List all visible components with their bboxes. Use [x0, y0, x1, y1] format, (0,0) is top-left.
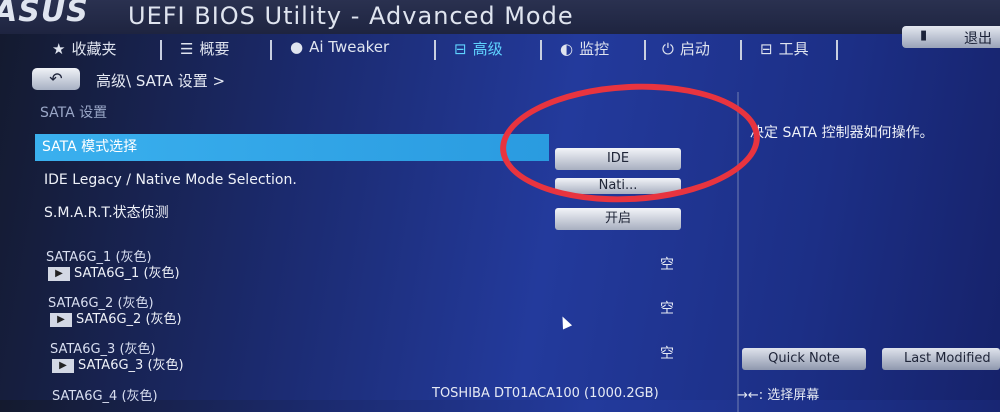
menu-divider	[160, 40, 162, 60]
tab-tool[interactable]: ⊟ 工具	[760, 38, 809, 59]
tab-favorites[interactable]: ★ 收藏夹	[52, 38, 116, 59]
section-title: SATA 设置	[40, 105, 108, 121]
breadcrumb: 高级\ SATA 设置 >	[96, 72, 226, 90]
arrow-right-icon: ▶	[50, 312, 72, 327]
arrow-right-icon: ▶	[52, 358, 74, 373]
asus-logo: ASUS	[0, 0, 89, 29]
tab-boot[interactable]: ⏻ 启动	[662, 38, 710, 59]
menu-divider	[540, 40, 542, 60]
tool-icon: ⊟	[760, 40, 773, 58]
port-value: 空	[660, 257, 674, 273]
tab-advanced[interactable]: ⊟ 高级	[454, 38, 503, 59]
menu-divider	[434, 40, 436, 60]
port-value: 空	[660, 301, 674, 317]
fan-icon: ◐	[560, 40, 574, 58]
setting-label-smart[interactable]: S.M.A.R.T.状态侦测	[44, 202, 169, 222]
tab-monitor[interactable]: ◐ 监控	[560, 38, 609, 59]
help-text: 决定 SATA 控制器如何操作。	[750, 125, 934, 141]
quick-note-button[interactable]: Quick Note	[742, 348, 866, 370]
port-submenu[interactable]: ▶ SATA6G_3 (灰色)	[52, 354, 184, 373]
tweaker-icon: ●	[290, 38, 304, 56]
star-icon: ★	[52, 40, 66, 58]
back-icon: ↶	[49, 69, 63, 88]
arrow-right-icon: ▶	[48, 266, 70, 281]
advanced-icon: ⊟	[454, 40, 467, 58]
title-bar: ASUS UEFI BIOS Utility - Advanced Mode	[0, 0, 1000, 34]
tab-overview[interactable]: ☰ 概要	[180, 38, 229, 59]
app-title: UEFI BIOS Utility - Advanced Mode	[128, 2, 574, 30]
back-button[interactable]: ↶	[32, 68, 80, 90]
menu-divider	[270, 40, 272, 60]
menu-divider	[644, 40, 646, 60]
menu-divider	[836, 40, 838, 60]
list-icon: ☰	[180, 40, 194, 58]
drive-info: TOSHIBA DT01ACA100 (1000.2GB)	[432, 386, 659, 401]
red-annotation-circle	[497, 77, 763, 209]
mouse-cursor-icon	[557, 314, 573, 330]
tab-ai-tweaker[interactable]: ● Ai Tweaker	[290, 38, 389, 56]
power-icon: ⏻	[662, 40, 674, 58]
setting-label-ide-legacy[interactable]: IDE Legacy / Native Mode Selection.	[44, 172, 297, 188]
key-hint: →←: 选择屏幕	[737, 388, 820, 403]
last-modified-button[interactable]: Last Modified	[882, 348, 1000, 370]
menu-divider	[740, 40, 742, 60]
port-submenu[interactable]: ▶ SATA6G_1 (灰色)	[48, 262, 180, 281]
port-title: SATA6G_4 (灰色)	[52, 389, 158, 404]
setting-label-sata-mode[interactable]: SATA 模式选择	[42, 136, 137, 156]
port-submenu[interactable]: ▶ SATA6G_2 (灰色)	[50, 308, 182, 327]
smart-value[interactable]: 开启	[555, 208, 681, 230]
port-value: 空	[660, 346, 674, 362]
